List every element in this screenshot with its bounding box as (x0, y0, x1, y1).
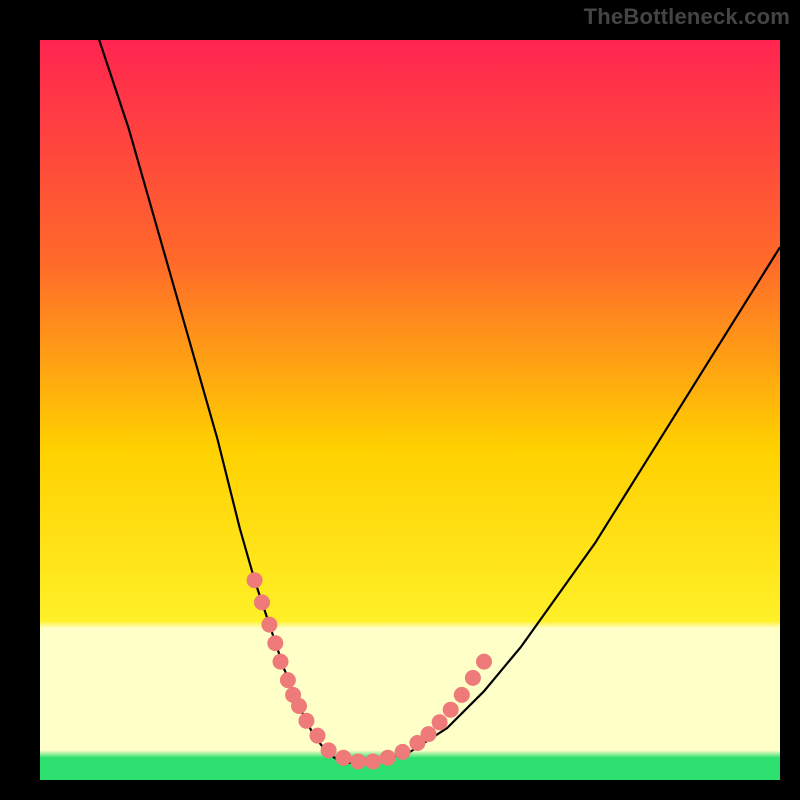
highlight-dot (350, 754, 366, 770)
highlight-dot (443, 702, 459, 718)
highlight-dot (261, 617, 277, 633)
plot-background (40, 40, 780, 780)
highlight-dot (291, 698, 307, 714)
highlight-dot (280, 672, 296, 688)
highlight-dot (298, 713, 314, 729)
highlight-dot (380, 750, 396, 766)
highlight-dot (335, 750, 351, 766)
highlight-dot (454, 687, 470, 703)
highlight-dot (247, 572, 263, 588)
highlight-dot (432, 714, 448, 730)
highlight-dot (273, 654, 289, 670)
highlight-dot (321, 742, 337, 758)
highlight-dot (254, 594, 270, 610)
highlight-dot (421, 726, 437, 742)
highlight-dot (365, 754, 381, 770)
highlight-dot (310, 728, 326, 744)
bottleneck-chart (0, 0, 800, 800)
chart-container: TheBottleneck.com (0, 0, 800, 800)
highlight-dot (395, 744, 411, 760)
highlight-dot (267, 635, 283, 651)
watermark-text: TheBottleneck.com (584, 4, 790, 30)
highlight-dot (465, 670, 481, 686)
highlight-dot (476, 654, 492, 670)
